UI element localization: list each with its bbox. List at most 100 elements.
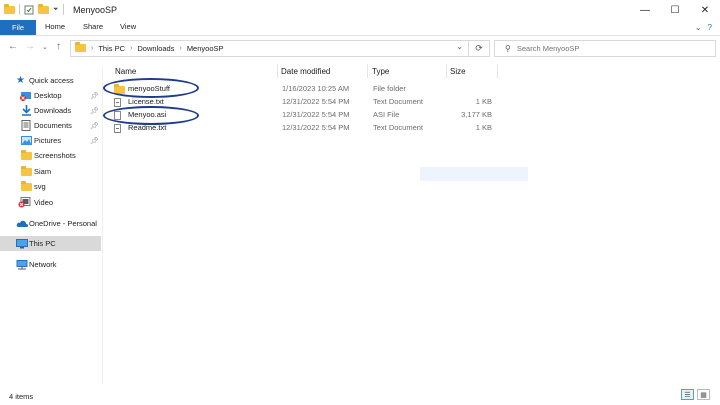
file-size: 1 KB — [475, 123, 492, 132]
highlight-ellipse — [103, 78, 199, 98]
documents-icon — [21, 120, 32, 131]
address-dropdown-icon[interactable]: ⌄ — [456, 42, 463, 51]
sidebar-item-label: Video — [34, 198, 54, 207]
sidebar-item-label: Siam — [34, 167, 52, 176]
address-bar[interactable]: › This PC › Downloads › MenyooSP ⌄ ⟳ — [70, 40, 490, 57]
navigation-pane: ★ Quick access Desktop 📌︎ Downloads 📌︎ D… — [0, 68, 103, 384]
column-header-type[interactable]: Type — [372, 64, 389, 78]
file-size: 1 KB — [475, 97, 492, 106]
new-folder-icon[interactable] — [38, 3, 49, 14]
properties-icon[interactable] — [24, 5, 34, 15]
sidebar-item-label: This PC — [29, 239, 56, 248]
file-type: Text Document — [373, 123, 424, 132]
minimize-button[interactable]: — — [630, 0, 660, 20]
forward-arrow-icon[interactable]: → — [25, 41, 35, 52]
folder-icon — [21, 150, 32, 161]
text-file-icon — [114, 124, 121, 133]
sidebar-item-label: Network — [29, 260, 57, 269]
pin-icon[interactable]: 📌︎ — [90, 92, 99, 100]
title-bar: ⏷ MenyooSP — ☐ ✕ — [0, 0, 720, 20]
quick-access-toolbar: ⏷ — [4, 3, 64, 15]
window-controls: — ☐ ✕ — [630, 0, 720, 20]
breadcrumb-menyoosp[interactable]: MenyooSP — [187, 44, 224, 53]
item-count: 4 items — [9, 392, 34, 401]
file-date: 12/31/2022 5:54 PM — [282, 97, 350, 106]
download-icon — [21, 105, 32, 116]
folder-icon — [21, 166, 32, 177]
maximize-button[interactable]: ☐ — [660, 0, 690, 20]
drag-ghost — [420, 167, 528, 181]
details-view-icon[interactable]: ☰ — [681, 389, 694, 400]
sidebar-item-video[interactable]: Video — [0, 195, 101, 210]
refresh-button[interactable]: ⟳ — [468, 41, 489, 56]
ribbon-right: ⌄ ? — [695, 23, 712, 32]
column-header-size[interactable]: Size — [450, 64, 466, 78]
file-type: File folder — [373, 84, 406, 93]
breadcrumb: › This PC › Downloads › MenyooSP — [91, 44, 224, 53]
close-button[interactable]: ✕ — [690, 0, 720, 20]
file-type: Text Document — [373, 97, 424, 106]
column-divider[interactable] — [446, 64, 447, 78]
folder-icon — [75, 42, 86, 52]
window-title: MenyooSP — [73, 5, 118, 15]
customize-toolbar-icon[interactable]: ⏷ — [53, 6, 59, 14]
sidebar-item-this-pc[interactable]: This PC — [0, 236, 101, 251]
text-file-icon — [114, 98, 121, 107]
tab-file[interactable]: File — [0, 20, 36, 35]
file-date: 12/31/2022 5:54 PM — [282, 123, 350, 132]
tab-share[interactable]: Share — [83, 22, 103, 31]
file-date: 12/31/2022 5:54 PM — [282, 110, 350, 119]
back-arrow-icon[interactable]: ← — [8, 41, 18, 52]
sidebar-item-network[interactable]: Network — [0, 257, 101, 272]
pin-icon[interactable]: 📌︎ — [90, 107, 99, 115]
chevron-right-icon: › — [130, 45, 133, 52]
navigation-bar: ← → ⌄ ↑ › This PC › Downloads › MenyooSP… — [0, 36, 720, 60]
folder-icon — [21, 181, 32, 192]
cloud-icon — [16, 219, 29, 228]
sidebar-item-label: Desktop — [34, 91, 62, 100]
sidebar-item-onedrive[interactable]: OneDrive - Personal — [0, 216, 101, 231]
search-input[interactable] — [514, 43, 699, 54]
highlight-ellipse — [103, 106, 199, 125]
search-icon: ⚲ — [505, 44, 511, 53]
tab-view[interactable]: View — [120, 22, 136, 31]
column-header-name[interactable]: Name — [115, 64, 136, 78]
file-type: ASI File — [373, 110, 400, 119]
sidebar-item-desktop[interactable]: Desktop 📌︎ — [0, 88, 101, 103]
pictures-icon — [21, 136, 32, 145]
breadcrumb-this-pc[interactable]: This PC — [98, 44, 125, 53]
pin-icon[interactable]: 📌︎ — [90, 137, 99, 145]
up-arrow-icon[interactable]: ↑ — [56, 41, 61, 52]
breadcrumb-downloads[interactable]: Downloads — [137, 44, 174, 53]
sidebar-item-label: Quick access — [29, 76, 74, 85]
computer-icon — [16, 239, 28, 249]
sidebar-item-label: Documents — [34, 121, 72, 130]
desktop-icon — [20, 91, 31, 101]
chevron-right-icon: › — [179, 45, 182, 52]
sidebar-item-screenshots[interactable]: Screenshots — [0, 148, 101, 163]
sidebar-item-quick-access[interactable]: ★ Quick access — [0, 73, 101, 88]
sidebar-item-documents[interactable]: Documents 📌︎ — [0, 118, 101, 133]
large-icons-view-icon[interactable]: ▦ — [697, 389, 710, 400]
column-divider[interactable] — [367, 64, 368, 78]
column-divider[interactable] — [497, 64, 498, 78]
column-header-date-modified[interactable]: Date modified — [281, 64, 330, 78]
sidebar-item-downloads[interactable]: Downloads 📌︎ — [0, 103, 101, 118]
tab-home[interactable]: Home — [45, 22, 65, 31]
sidebar-item-svg[interactable]: svg — [0, 179, 101, 194]
pin-icon[interactable]: 📌︎ — [90, 122, 99, 130]
search-box[interactable]: ⚲ — [494, 40, 716, 57]
chevron-down-icon[interactable]: ⌄ — [695, 23, 702, 32]
view-switcher: ☰ ▦ — [681, 389, 710, 400]
separator — [62, 4, 64, 15]
recent-locations-icon[interactable]: ⌄ — [42, 43, 48, 51]
ribbon-tabs: File Home Share View ⌄ ? — [0, 20, 720, 36]
separator — [19, 4, 20, 15]
star-icon: ★ — [16, 75, 25, 86]
network-icon — [16, 260, 28, 270]
file-date: 1/16/2023 10:25 AM — [282, 84, 350, 93]
sidebar-item-siam[interactable]: Siam — [0, 164, 101, 179]
help-icon[interactable]: ? — [708, 23, 712, 32]
column-divider[interactable] — [277, 64, 278, 78]
sidebar-item-pictures[interactable]: Pictures 📌︎ — [0, 133, 101, 148]
